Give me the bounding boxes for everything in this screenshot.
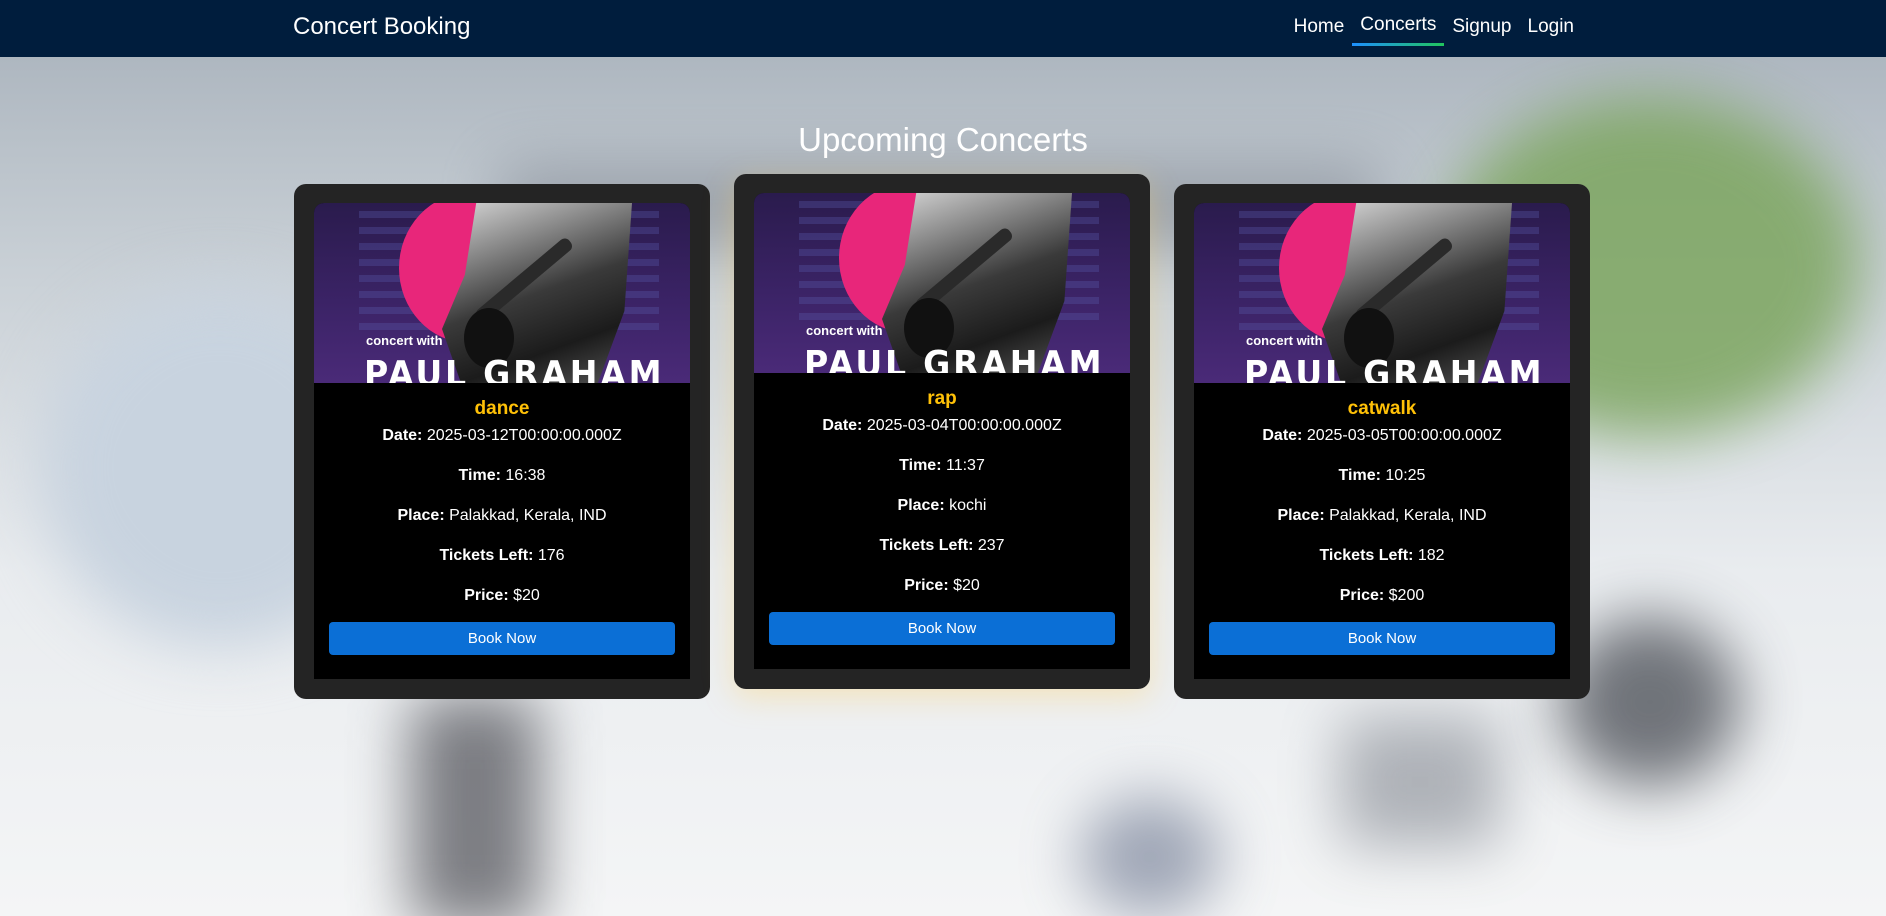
card-body: catwalk Date: 2025-03-05T00:00:00.000Z T…	[1194, 398, 1570, 655]
concert-time: Time: 10:25	[1338, 467, 1426, 484]
poster-subtitle: concert with	[366, 333, 443, 348]
book-now-button[interactable]: Book Now	[329, 622, 675, 655]
concert-poster-image: concert with PAUL GRAHAM	[754, 193, 1130, 373]
concert-date: Date: 2025-03-05T00:00:00.000Z	[1262, 427, 1502, 444]
card-body: dance Date: 2025-03-12T00:00:00.000Z Tim…	[314, 398, 690, 655]
poster-artist-name: PAUL GRAHAM	[1244, 354, 1545, 384]
card-body: rap Date: 2025-03-04T00:00:00.000Z Time:…	[754, 388, 1130, 645]
concert-poster-image: concert with PAUL GRAHAM	[1194, 203, 1570, 383]
concert-price: Price: $20	[904, 577, 980, 594]
concert-title: dance	[474, 398, 530, 419]
concert-price: Price: $20	[464, 587, 540, 604]
brand-link[interactable]: Concert Booking	[293, 12, 470, 42]
concert-tickets-left: Tickets Left: 176	[439, 547, 565, 564]
concert-place: Place: Palakkad, Kerala, IND	[1277, 507, 1487, 524]
concert-tickets-left: Tickets Left: 237	[879, 537, 1005, 554]
nav-links: Home Concerts Signup Login	[1286, 0, 1582, 57]
poster-subtitle: concert with	[806, 323, 883, 338]
concert-title: catwalk	[1347, 398, 1417, 419]
nav-signup[interactable]: Signup	[1444, 0, 1519, 57]
card-content: concert with PAUL GRAHAM rap Date: 2025-…	[754, 193, 1130, 669]
nav-home[interactable]: Home	[1286, 0, 1353, 57]
page-title: Upcoming Concerts	[798, 121, 1088, 158]
poster-artist-name: PAUL GRAHAM	[364, 354, 665, 384]
card-content: concert with PAUL GRAHAM dance Date: 202…	[314, 203, 690, 679]
card-content: concert with PAUL GRAHAM catwalk Date: 2…	[1194, 203, 1570, 679]
concert-time: Time: 11:37	[899, 457, 985, 474]
poster-artist-name: PAUL GRAHAM	[804, 344, 1105, 374]
book-now-button[interactable]: Book Now	[769, 612, 1115, 645]
concert-time: Time: 16:38	[458, 467, 546, 484]
navbar: Concert Booking Home Concerts Signup Log…	[0, 0, 1886, 57]
poster-subtitle: concert with	[1246, 333, 1323, 348]
concert-place: Place: Palakkad, Kerala, IND	[397, 507, 607, 524]
concert-card: concert with PAUL GRAHAM catwalk Date: 2…	[1174, 184, 1590, 699]
concert-poster-image: concert with PAUL GRAHAM	[314, 203, 690, 383]
concert-price: Price: $200	[1339, 587, 1425, 604]
concert-tickets-left: Tickets Left: 182	[1319, 547, 1445, 564]
nav-login[interactable]: Login	[1520, 0, 1583, 57]
concert-title: rap	[927, 388, 957, 409]
concert-card: concert with PAUL GRAHAM rap Date: 2025-…	[734, 174, 1150, 689]
concert-date: Date: 2025-03-04T00:00:00.000Z	[822, 417, 1062, 434]
concert-date: Date: 2025-03-12T00:00:00.000Z	[382, 427, 622, 444]
book-now-button[interactable]: Book Now	[1209, 622, 1555, 655]
concert-card: concert with PAUL GRAHAM dance Date: 202…	[294, 184, 710, 699]
concert-place: Place: kochi	[897, 497, 987, 514]
nav-concerts[interactable]: Concerts	[1352, 0, 1445, 57]
